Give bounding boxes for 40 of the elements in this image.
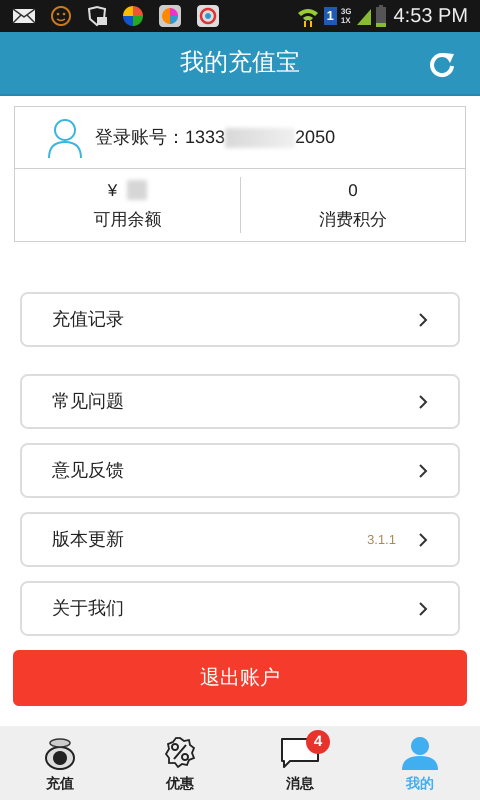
refresh-button[interactable] xyxy=(428,50,456,78)
stat-caption: 可用余额 xyxy=(94,209,162,231)
stat-value: 0 xyxy=(348,180,358,202)
chevron-right-icon xyxy=(418,312,428,326)
nav-tab[interactable]: 消息 4 xyxy=(240,726,360,800)
menu-item[interactable]: 意见反馈 xyxy=(20,443,460,498)
stat-caption: 消费积分 xyxy=(319,209,387,231)
discount-icon xyxy=(164,736,196,771)
user-icon xyxy=(47,118,83,158)
battery-icon xyxy=(376,5,386,27)
version-label: 3.1.1 xyxy=(367,530,396,549)
mail-icon xyxy=(12,8,36,24)
smiley-icon xyxy=(50,5,72,27)
chevron-right-icon xyxy=(418,464,428,478)
pinwheel-icon xyxy=(122,5,144,27)
menu-item[interactable]: 关于我们 xyxy=(20,581,460,636)
menu-item[interactable]: 版本更新 3.1.1 xyxy=(20,512,460,567)
chevron-right-icon xyxy=(418,532,428,546)
chevron-right-icon xyxy=(418,602,428,616)
stat-value: ¥ xyxy=(108,180,118,202)
network-label: 3G xyxy=(340,7,352,16)
badge: 4 xyxy=(306,730,330,754)
nav-tab[interactable]: 充值 xyxy=(0,726,120,800)
status-time: 4:53 PM xyxy=(394,4,468,29)
menu-item[interactable]: 常见问题 xyxy=(20,374,460,429)
redaction-blur xyxy=(225,128,296,148)
screen-title: 我的充值宝 xyxy=(180,48,300,78)
money-bag-icon xyxy=(44,736,76,771)
app-icon xyxy=(158,4,182,28)
account-number: 登录账号：1333 xyxy=(95,126,226,149)
logout-button[interactable]: 退出账户 xyxy=(13,650,467,706)
chevron-right-icon xyxy=(418,394,428,408)
menu-item[interactable]: 充值记录 xyxy=(20,292,460,347)
nav-tab[interactable]: 优惠 xyxy=(120,726,240,800)
person-icon xyxy=(401,736,439,771)
network-label: 1X xyxy=(340,16,352,25)
account-number: 2050 xyxy=(295,126,336,149)
app-icon xyxy=(196,4,220,28)
sim-badge: 1 xyxy=(324,7,337,25)
shield-mail-icon xyxy=(86,5,108,27)
